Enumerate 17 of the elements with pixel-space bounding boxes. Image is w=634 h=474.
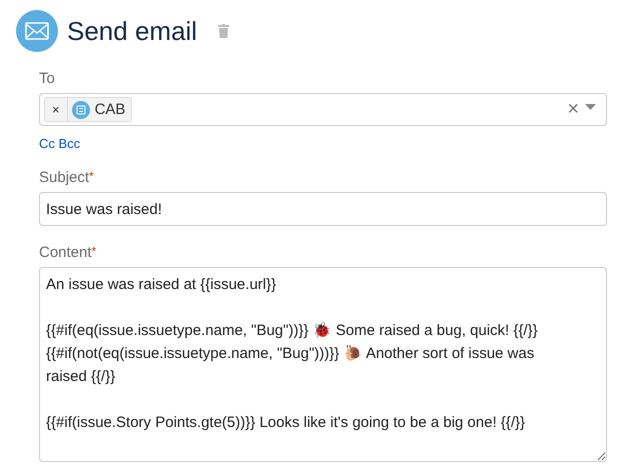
subject-field[interactable]: Issue was raised!: [39, 192, 607, 226]
page-title: Send email: [67, 16, 198, 46]
chip-label: CAB: [94, 101, 126, 118]
recipient-select[interactable]: × CAB ×: [39, 93, 607, 126]
field-label: Subject: [39, 169, 90, 186]
cc-bcc-link[interactable]: Cc Bcc: [39, 136, 80, 151]
envelope-icon: [16, 10, 58, 52]
required-mark: *: [89, 169, 94, 183]
dropdown-caret-icon[interactable]: [585, 104, 596, 110]
required-mark: *: [92, 244, 96, 258]
clear-button[interactable]: ×: [561, 98, 585, 121]
trash-icon[interactable]: [218, 24, 230, 38]
content-field[interactable]: An issue was raised at {{issue.url}} {{#if(eq(issue.issuetype.name, "Bug"))}} 🐞 Some raised a bug, quick! {{/}} {{#if(not(eq(issue.issuetype.name, "Bug")))}} 🐌 Another sort of issue was raised {{/}} {{#if(issue.Story Points.gte(5))}} Looks like it's going to be a big one! {{/}}: [39, 267, 607, 462]
field-label: Content: [39, 244, 92, 261]
group-icon: [72, 100, 90, 118]
field-label: To: [39, 70, 56, 87]
remove-chip-button[interactable]: ×: [45, 98, 68, 121]
